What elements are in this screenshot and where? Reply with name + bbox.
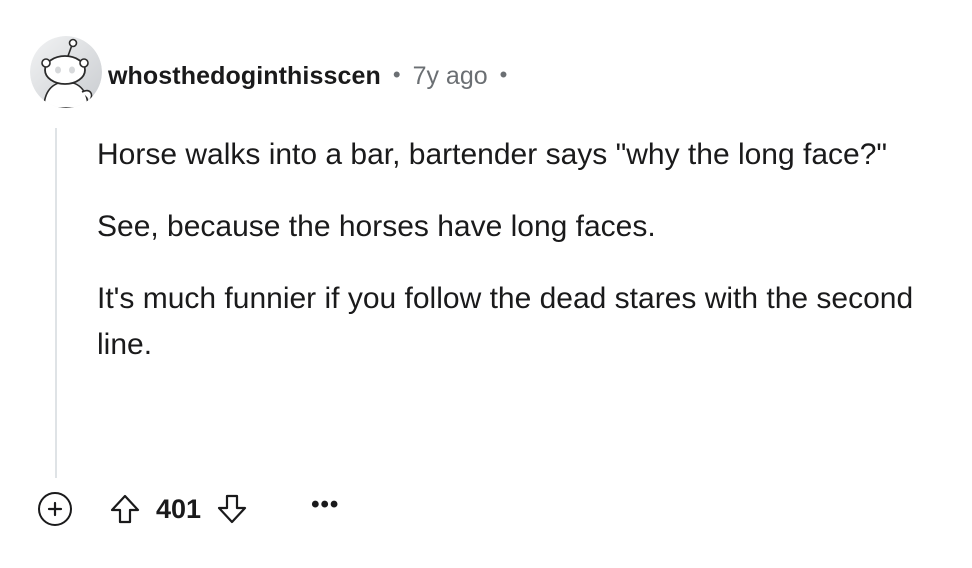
meta-separator: • [392,62,401,87]
plus-icon [47,501,63,517]
thread-line[interactable] [55,128,57,478]
timestamp[interactable]: 7y ago [413,62,488,91]
snoo-avatar-icon [30,36,102,108]
comment-paragraph: See, because the horses have long faces. [97,210,656,243]
expand-thread-button[interactable] [38,492,72,526]
comment-body: Horse walks into a bar, bartender says "… [97,132,937,394]
comment-paragraph: It's much funnier if you follow the dead… [97,282,914,361]
arrow-down-icon [217,494,247,524]
meta-separator: • [499,62,508,87]
avatar[interactable] [30,36,102,108]
username-link[interactable]: whosthedoginthisscen [108,62,381,91]
vote-score: 401 [156,493,202,524]
comment-paragraph: Horse walks into a bar, bartender says "… [97,138,888,171]
more-options-button[interactable]: ••• [311,491,339,519]
arrow-up-icon [110,494,140,524]
comment: whosthedoginthisscen • 7y ago • Horse wa… [0,0,972,568]
upvote-button[interactable] [108,492,142,526]
downvote-button[interactable] [215,492,249,526]
comment-meta: whosthedoginthisscen • 7y ago • [108,58,507,94]
comment-actions: 401 ••• [38,490,339,528]
